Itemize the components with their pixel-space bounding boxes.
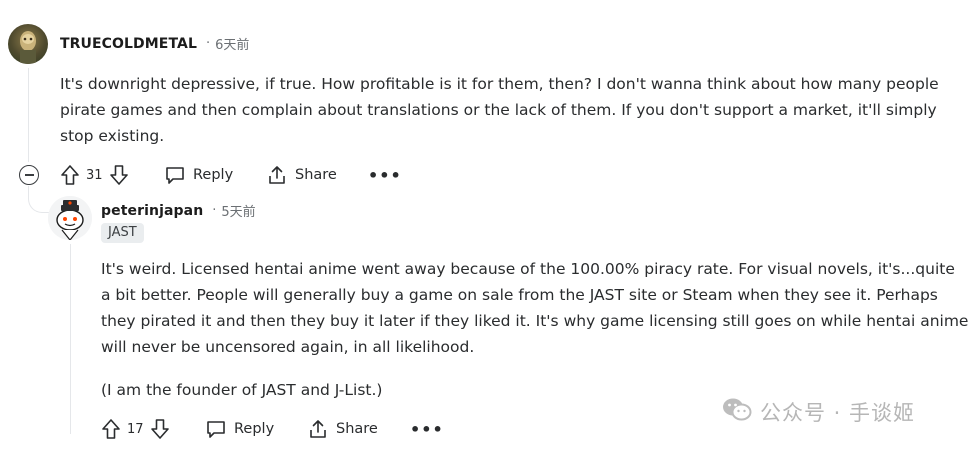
user-flair: JAST [101, 223, 144, 243]
reply-button[interactable]: Reply [164, 164, 233, 186]
comment-bubble-icon [205, 418, 227, 440]
upvote-icon[interactable] [60, 164, 80, 186]
timestamp[interactable]: 5天前 [221, 201, 255, 220]
comment-body: It's downright depressive, if true. How … [60, 75, 939, 145]
share-label: Share [295, 167, 337, 183]
share-icon [266, 164, 288, 186]
username[interactable]: peterinjapan [101, 203, 203, 219]
username[interactable]: TRUECOLDMETAL [60, 36, 197, 52]
comment-header: peterinjapan · 5天前 [101, 201, 256, 221]
collapse-button[interactable] [19, 165, 39, 185]
reply-label: Reply [234, 421, 275, 437]
thread-line[interactable] [70, 244, 71, 434]
reply-button[interactable]: Reply [205, 418, 274, 440]
downvote-icon[interactable] [150, 418, 170, 440]
comment-header: TRUECOLDMETAL · 6天前 [60, 34, 249, 54]
comment-body: It's weird. Licensed hentai anime went a… [101, 260, 969, 356]
timestamp[interactable]: 6天前 [215, 34, 249, 53]
share-label: Share [336, 421, 378, 437]
thread-elbow [28, 186, 49, 213]
avatar[interactable] [48, 196, 92, 240]
downvote-icon[interactable] [109, 164, 129, 186]
watermark: 公众号 · 手谈姬 [722, 396, 915, 427]
upvote-icon[interactable] [101, 418, 121, 440]
vote-count: 17 [127, 421, 144, 437]
more-options-icon[interactable]: ••• [368, 168, 402, 184]
reply-label: Reply [193, 167, 234, 183]
avatar[interactable] [8, 24, 48, 64]
comment-bubble-icon [164, 164, 186, 186]
more-options-icon[interactable]: ••• [410, 422, 444, 438]
share-button[interactable]: Share [307, 418, 378, 440]
watermark-text: 公众号 · 手谈姬 [760, 400, 916, 425]
wechat-icon [722, 396, 752, 427]
share-icon [307, 418, 329, 440]
separator-dot: · [212, 203, 217, 218]
share-button[interactable]: Share [266, 164, 337, 186]
vote-bar: 17 [101, 418, 170, 440]
thread-line[interactable] [28, 68, 29, 162]
vote-bar: 31 [60, 164, 129, 186]
comment-thread: TRUECOLDMETAL · 6天前 It's downright depre… [0, 0, 976, 450]
vote-count: 31 [86, 167, 103, 183]
separator-dot: · [206, 36, 211, 51]
